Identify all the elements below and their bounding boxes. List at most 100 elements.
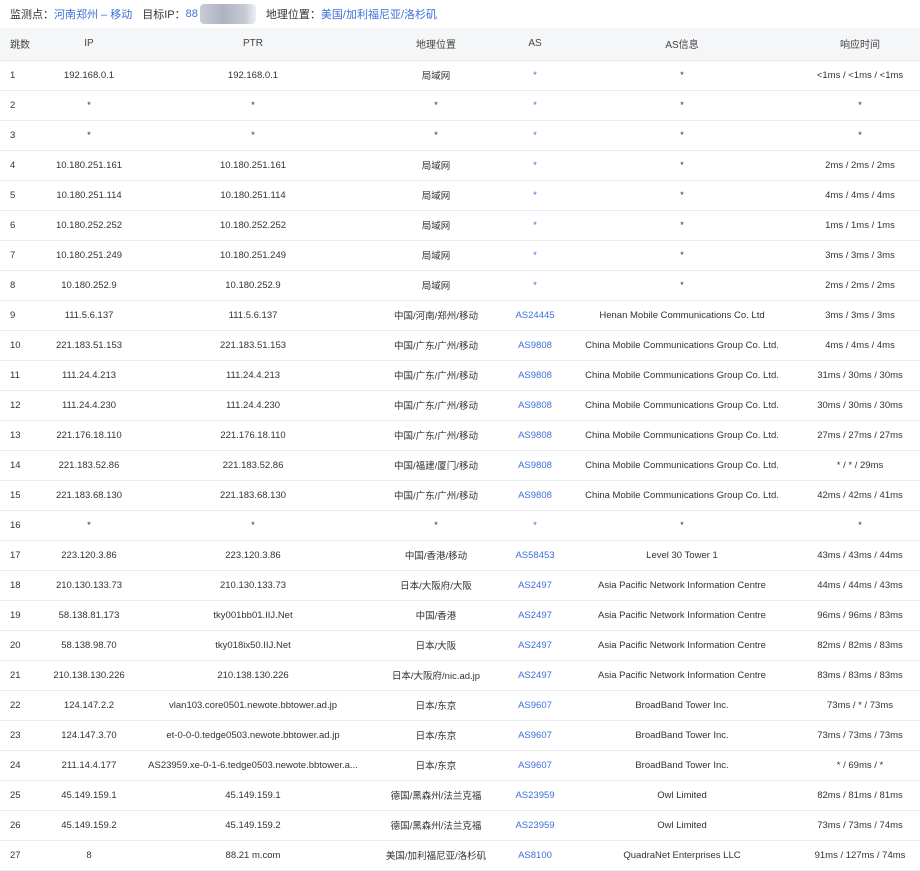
as-link[interactable]: * bbox=[533, 190, 537, 201]
as-link[interactable]: AS9808 bbox=[518, 340, 552, 351]
as-link[interactable]: AS9808 bbox=[518, 370, 552, 381]
geo-cell: 中国/广东/广州/移动 bbox=[366, 420, 506, 451]
ptr-cell: 45.149.159.1 bbox=[140, 780, 366, 811]
table-row: 21 210.138.130.226 210.138.130.226 日本/大阪府/n… bbox=[0, 660, 920, 691]
ip-cell: 124.147.2.2 bbox=[38, 690, 140, 721]
hop-cell: 14 bbox=[0, 450, 38, 481]
table-header-row: 跳数 IP PTR 地理位置 AS AS信息 响应时间 bbox=[0, 28, 920, 61]
probe-value[interactable]: 河南郑州 – 移动 bbox=[54, 6, 132, 22]
as-link[interactable]: AS2497 bbox=[518, 580, 552, 591]
ip-cell: 221.183.52.86 bbox=[38, 450, 140, 481]
hop-cell: 26 bbox=[0, 810, 38, 841]
response-time-cell: 1ms / 1ms / 1ms bbox=[800, 210, 920, 241]
response-time-cell: 4ms / 4ms / 4ms bbox=[800, 330, 920, 361]
hop-cell: 12 bbox=[0, 390, 38, 421]
as-link[interactable]: AS9808 bbox=[518, 400, 552, 411]
as-cell: AS9808 bbox=[506, 330, 564, 361]
geo-location-label: 地理位置： bbox=[265, 9, 321, 21]
as-cell: AS2497 bbox=[506, 570, 564, 601]
table-row: 10 221.183.51.153 221.183.51.153 中国/广东/广州/移… bbox=[0, 330, 920, 361]
as-link[interactable]: AS9607 bbox=[518, 730, 552, 741]
ptr-cell: 221.183.51.153 bbox=[140, 330, 366, 361]
as-link[interactable]: AS2497 bbox=[518, 610, 552, 621]
response-time-cell: 4ms / 4ms / 4ms bbox=[800, 180, 920, 211]
as-cell: AS9607 bbox=[506, 750, 564, 781]
as-link[interactable]: AS8100 bbox=[518, 850, 552, 861]
geo-cell: 中国/河南/郑州/移动 bbox=[366, 300, 506, 331]
hop-cell: 6 bbox=[0, 210, 38, 241]
as-info-cell: QuadraNet Enterprises LLC bbox=[564, 840, 800, 871]
table-row: 12 111.24.4.230 111.24.4.230 中国/广东/广州/移动 AS9… bbox=[0, 390, 920, 421]
response-time-cell: 42ms / 42ms / 41ms bbox=[800, 480, 920, 511]
response-time-cell: 82ms / 82ms / 83ms bbox=[800, 630, 920, 661]
response-time-cell: 91ms / 127ms / 74ms bbox=[800, 840, 920, 871]
response-time-cell: 30ms / 30ms / 30ms bbox=[800, 390, 920, 421]
as-info-cell: Level 30 Tower 1 bbox=[564, 540, 800, 571]
as-link[interactable]: AS9808 bbox=[518, 490, 552, 501]
as-link[interactable]: AS23959 bbox=[515, 790, 554, 801]
as-link[interactable]: AS9808 bbox=[518, 430, 552, 441]
as-link[interactable]: * bbox=[533, 520, 537, 531]
as-link[interactable]: * bbox=[533, 250, 537, 261]
response-time-cell: * bbox=[800, 90, 920, 121]
geo-location-value[interactable]: 美国/加利福尼亚/洛杉矶 bbox=[321, 6, 437, 22]
hop-cell: 15 bbox=[0, 480, 38, 511]
geo-cell: 局域网 bbox=[366, 180, 506, 211]
hop-cell: 1 bbox=[0, 60, 38, 91]
as-info-cell: China Mobile Communications Group Co. Lt… bbox=[564, 450, 800, 481]
as-link[interactable]: AS9607 bbox=[518, 760, 552, 771]
hop-cell: 25 bbox=[0, 780, 38, 811]
ptr-cell: 221.183.52.86 bbox=[140, 450, 366, 481]
as-cell: AS9808 bbox=[506, 450, 564, 481]
as-link[interactable]: AS2497 bbox=[518, 670, 552, 681]
as-link[interactable]: AS9607 bbox=[518, 700, 552, 711]
response-time-cell: 73ms / * / 73ms bbox=[800, 690, 920, 721]
probe-info-bar: 监测点： 河南郑州 – 移动 目标IP： 88 地理位置： 美国/加利福尼亚/洛… bbox=[0, 0, 920, 28]
as-link[interactable]: * bbox=[533, 160, 537, 171]
as-link[interactable]: AS24445 bbox=[515, 310, 554, 321]
as-link[interactable]: AS2497 bbox=[518, 640, 552, 651]
ip-cell: 223.120.3.86 bbox=[38, 540, 140, 571]
response-time-cell: 2ms / 2ms / 2ms bbox=[800, 150, 920, 181]
as-cell: * bbox=[506, 150, 564, 181]
ip-cell: 111.24.4.230 bbox=[38, 390, 140, 421]
table-row: 13 221.176.18.110 221.176.18.110 中国/广东/广州/移… bbox=[0, 420, 920, 451]
ptr-cell: 221.176.18.110 bbox=[140, 420, 366, 451]
as-info-cell: * bbox=[564, 150, 800, 181]
as-link[interactable]: * bbox=[533, 100, 537, 111]
ip-cell: 10.180.251.114 bbox=[38, 180, 140, 211]
as-cell: * bbox=[506, 180, 564, 211]
as-cell: AS23959 bbox=[506, 780, 564, 811]
as-info-cell: * bbox=[564, 180, 800, 211]
table-row: 23 124.147.3.70 et-0-0-0.tedge0503.newote.… bbox=[0, 720, 920, 751]
ptr-cell: 111.24.4.213 bbox=[140, 360, 366, 391]
response-time-cell: 43ms / 43ms / 44ms bbox=[800, 540, 920, 571]
ip-cell: 10.180.251.161 bbox=[38, 150, 140, 181]
target-ip-value: 88 bbox=[185, 8, 198, 20]
hop-cell: 21 bbox=[0, 660, 38, 691]
as-cell: AS9808 bbox=[506, 420, 564, 451]
geo-cell: 德国/黑森州/法兰克福 bbox=[366, 810, 506, 841]
ptr-cell: 88.21 m.com bbox=[140, 840, 366, 871]
as-link[interactable]: AS9808 bbox=[518, 460, 552, 471]
as-info-cell: * bbox=[564, 90, 800, 121]
geo-cell: 日本/大阪 bbox=[366, 630, 506, 661]
as-link[interactable]: * bbox=[533, 220, 537, 231]
as-link[interactable]: * bbox=[533, 280, 537, 291]
as-link[interactable]: * bbox=[533, 130, 537, 141]
ptr-cell: tky001bb01.IIJ.Net bbox=[140, 600, 366, 631]
target-ip-label: 目标IP： bbox=[142, 9, 186, 21]
as-cell: * bbox=[506, 210, 564, 241]
hop-cell: 7 bbox=[0, 240, 38, 271]
response-time-cell: 73ms / 73ms / 73ms bbox=[800, 720, 920, 751]
as-link[interactable]: * bbox=[533, 70, 537, 81]
as-link[interactable]: AS23959 bbox=[515, 820, 554, 831]
as-cell: * bbox=[506, 90, 564, 121]
hop-cell: 27 bbox=[0, 840, 38, 871]
geo-cell: 局域网 bbox=[366, 210, 506, 241]
geo-cell: 日本/东京 bbox=[366, 720, 506, 751]
ip-cell: 111.5.6.137 bbox=[38, 300, 140, 331]
as-link[interactable]: AS58453 bbox=[515, 550, 554, 561]
as-cell: * bbox=[506, 240, 564, 271]
ptr-cell: 221.183.68.130 bbox=[140, 480, 366, 511]
